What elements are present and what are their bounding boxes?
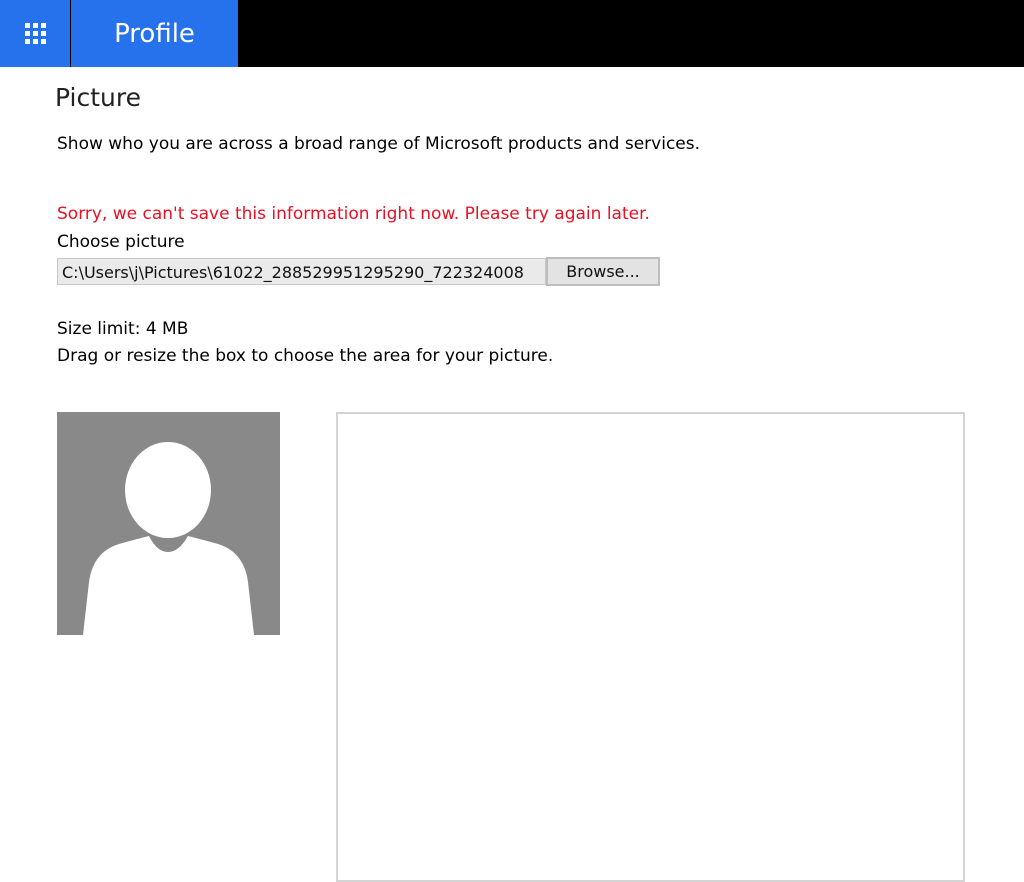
page-description: Show who you are across a broad range of…: [57, 134, 701, 154]
choose-picture-label: Choose picture: [57, 232, 185, 252]
crop-instructions: Drag or resize the box to choose the are…: [57, 346, 554, 366]
browse-button[interactable]: Browse...: [546, 257, 660, 286]
default-person-icon: [83, 442, 254, 635]
crop-area[interactable]: [336, 412, 965, 882]
file-path-field[interactable]: C:\Users\j\Pictures\61022_28852995129529…: [57, 258, 546, 285]
app-launcher-button[interactable]: [0, 0, 70, 67]
file-picker: C:\Users\j\Pictures\61022_28852995129529…: [57, 257, 660, 286]
profile-brand-link[interactable]: Profile: [71, 0, 238, 67]
page-title: Picture: [55, 83, 141, 112]
main-content: Picture Show who you are across a broad …: [0, 67, 1024, 882]
waffle-grid-icon: [24, 23, 46, 44]
top-bar: Profile: [0, 0, 1024, 67]
size-limit-text: Size limit: 4 MB: [57, 319, 189, 339]
avatar-preview: [57, 412, 280, 635]
error-message: Sorry, we can't save this information ri…: [57, 204, 650, 224]
